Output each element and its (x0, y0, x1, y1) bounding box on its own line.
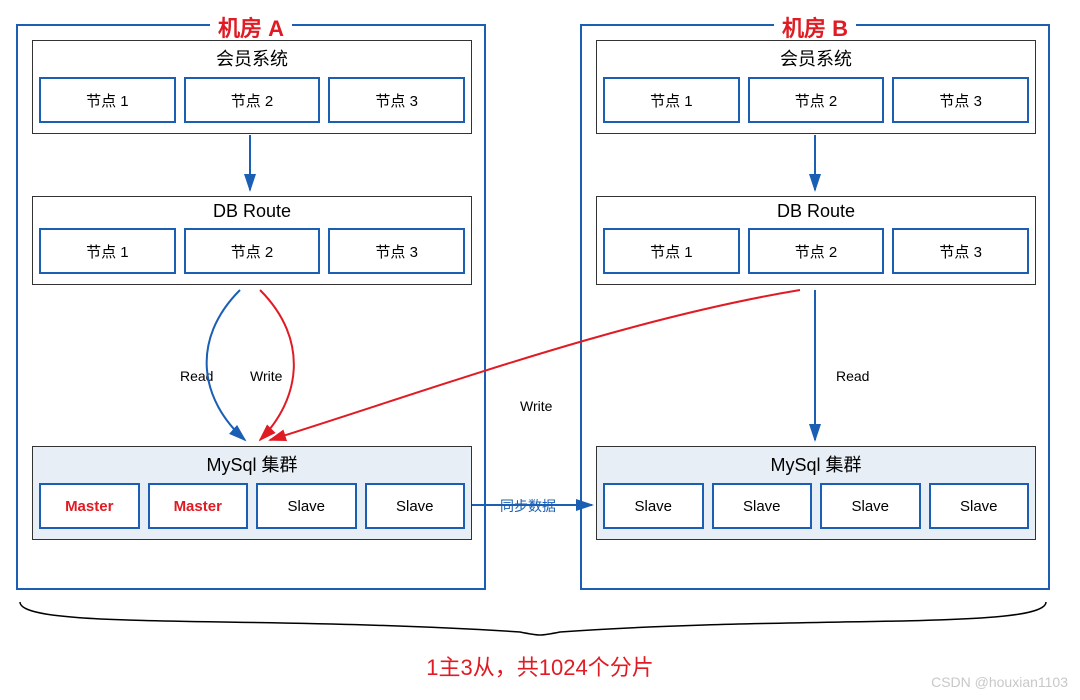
dc-a-mysql: MySql 集群 Master Master Slave Slave (32, 446, 472, 540)
sync-label: 同步数据 (500, 496, 556, 516)
dc-b-title: 机房 B (774, 11, 856, 43)
dc-b-dbroute-node: 节点 1 (603, 228, 740, 274)
dc-a-title: 机房 A (210, 11, 292, 43)
dc-b-dbroute-title: DB Route (597, 197, 1035, 228)
dc-b-member-node: 节点 2 (748, 77, 885, 123)
dc-a-write-label: Write (250, 368, 282, 384)
dc-b-dbroute: DB Route 节点 1 节点 2 节点 3 (596, 196, 1036, 285)
dc-a-dbroute-node: 节点 3 (328, 228, 465, 274)
dc-a-member-node: 节点 1 (39, 77, 176, 123)
dc-a-member: 会员系统 节点 1 节点 2 节点 3 (32, 40, 472, 134)
dc-b-mysql-node-slave: Slave (603, 483, 704, 529)
dc-a-member-title: 会员系统 (33, 41, 471, 77)
dc-a-member-node: 节点 2 (184, 77, 321, 123)
dc-b-mysql: MySql 集群 Slave Slave Slave Slave (596, 446, 1036, 540)
dc-b-member-title: 会员系统 (597, 41, 1035, 77)
datacenter-a: 机房 A 会员系统 节点 1 节点 2 节点 3 DB Route 节点 1 节… (16, 24, 486, 590)
dc-a-mysql-title: MySql 集群 (33, 447, 471, 483)
dc-b-member-node: 节点 3 (892, 77, 1029, 123)
dc-b-mysql-node-slave: Slave (929, 483, 1030, 529)
dc-a-mysql-node-master: Master (39, 483, 140, 529)
dc-b-dbroute-node: 节点 3 (892, 228, 1029, 274)
dc-b-mysql-node-slave: Slave (820, 483, 921, 529)
dc-a-dbroute-node: 节点 1 (39, 228, 176, 274)
watermark: CSDN @houxian1103 (931, 674, 1068, 690)
caption: 1主3从，共1024个分片 (426, 650, 653, 682)
dc-b-member-node: 节点 1 (603, 77, 740, 123)
dc-b-read-label: Read (836, 368, 869, 384)
dc-a-mysql-node-slave: Slave (256, 483, 357, 529)
dc-a-member-node: 节点 3 (328, 77, 465, 123)
dc-b-write-label: Write (520, 398, 552, 414)
dc-b-mysql-title: MySql 集群 (597, 447, 1035, 483)
dc-b-member: 会员系统 节点 1 节点 2 节点 3 (596, 40, 1036, 134)
datacenter-b: 机房 B 会员系统 节点 1 节点 2 节点 3 DB Route 节点 1 节… (580, 24, 1050, 590)
dc-b-mysql-node-slave: Slave (712, 483, 813, 529)
dc-b-dbroute-node: 节点 2 (748, 228, 885, 274)
dc-a-mysql-node-slave: Slave (365, 483, 466, 529)
dc-a-dbroute-title: DB Route (33, 197, 471, 228)
dc-a-mysql-node-master: Master (148, 483, 249, 529)
brace (20, 602, 1046, 635)
dc-a-dbroute-node: 节点 2 (184, 228, 321, 274)
dc-a-dbroute: DB Route 节点 1 节点 2 节点 3 (32, 196, 472, 285)
dc-a-read-label: Read (180, 368, 213, 384)
